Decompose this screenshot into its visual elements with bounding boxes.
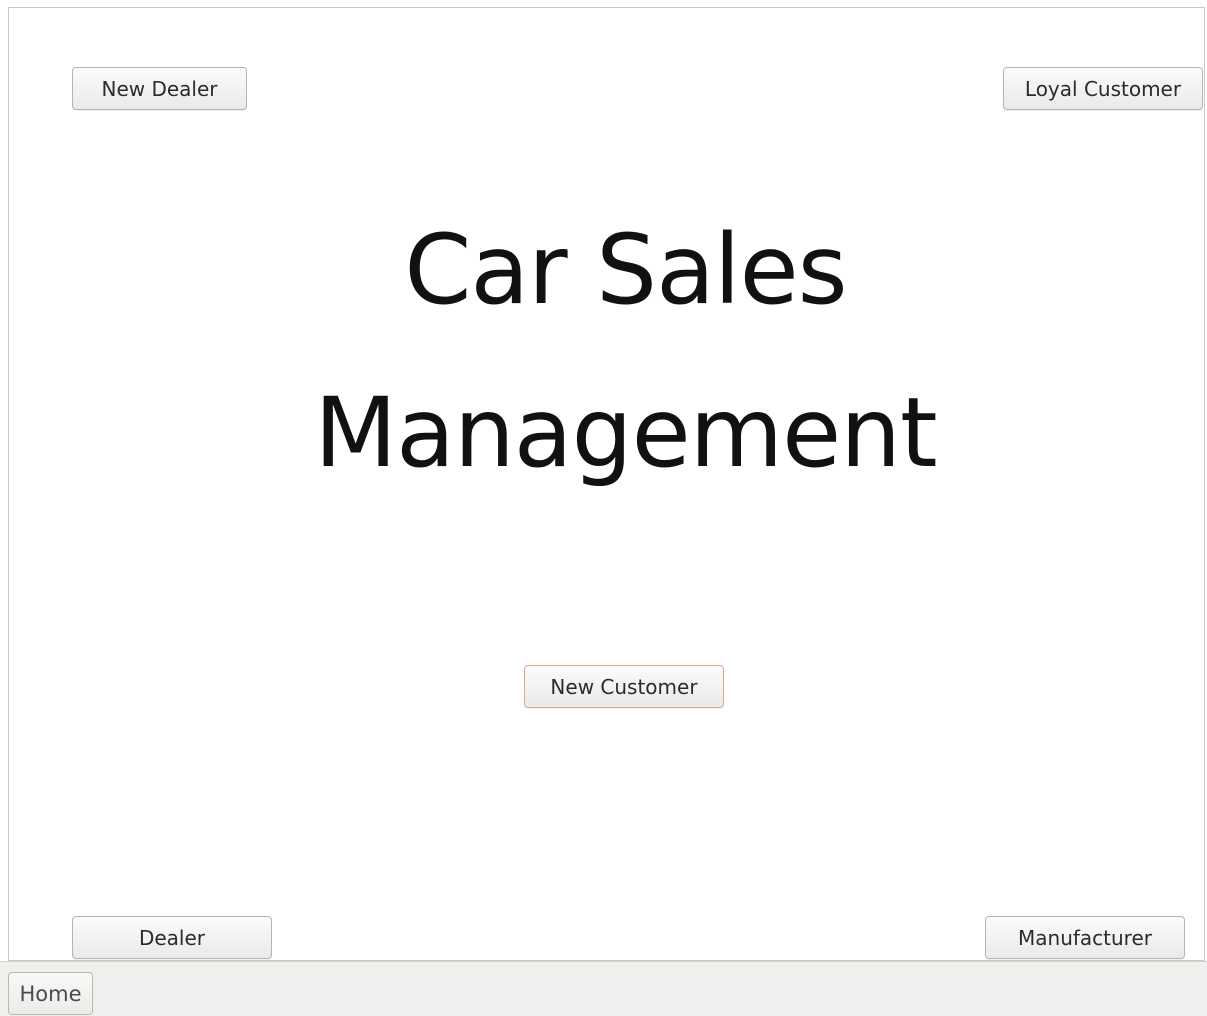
page-title-line-2: Management bbox=[314, 377, 937, 489]
manufacturer-button[interactable]: Manufacturer bbox=[985, 916, 1185, 959]
loyal-customer-button[interactable]: Loyal Customer bbox=[1003, 67, 1203, 110]
page-title-line-1: Car Sales bbox=[404, 214, 847, 326]
tab-strip: Home bbox=[0, 961, 1207, 1016]
new-dealer-button[interactable]: New Dealer bbox=[72, 67, 247, 110]
app-window: New Dealer Loyal Customer Car Sales Mana… bbox=[0, 0, 1207, 1016]
tab-home[interactable]: Home bbox=[8, 972, 93, 1015]
new-customer-button[interactable]: New Customer bbox=[524, 665, 724, 708]
dealer-button[interactable]: Dealer bbox=[72, 916, 272, 959]
